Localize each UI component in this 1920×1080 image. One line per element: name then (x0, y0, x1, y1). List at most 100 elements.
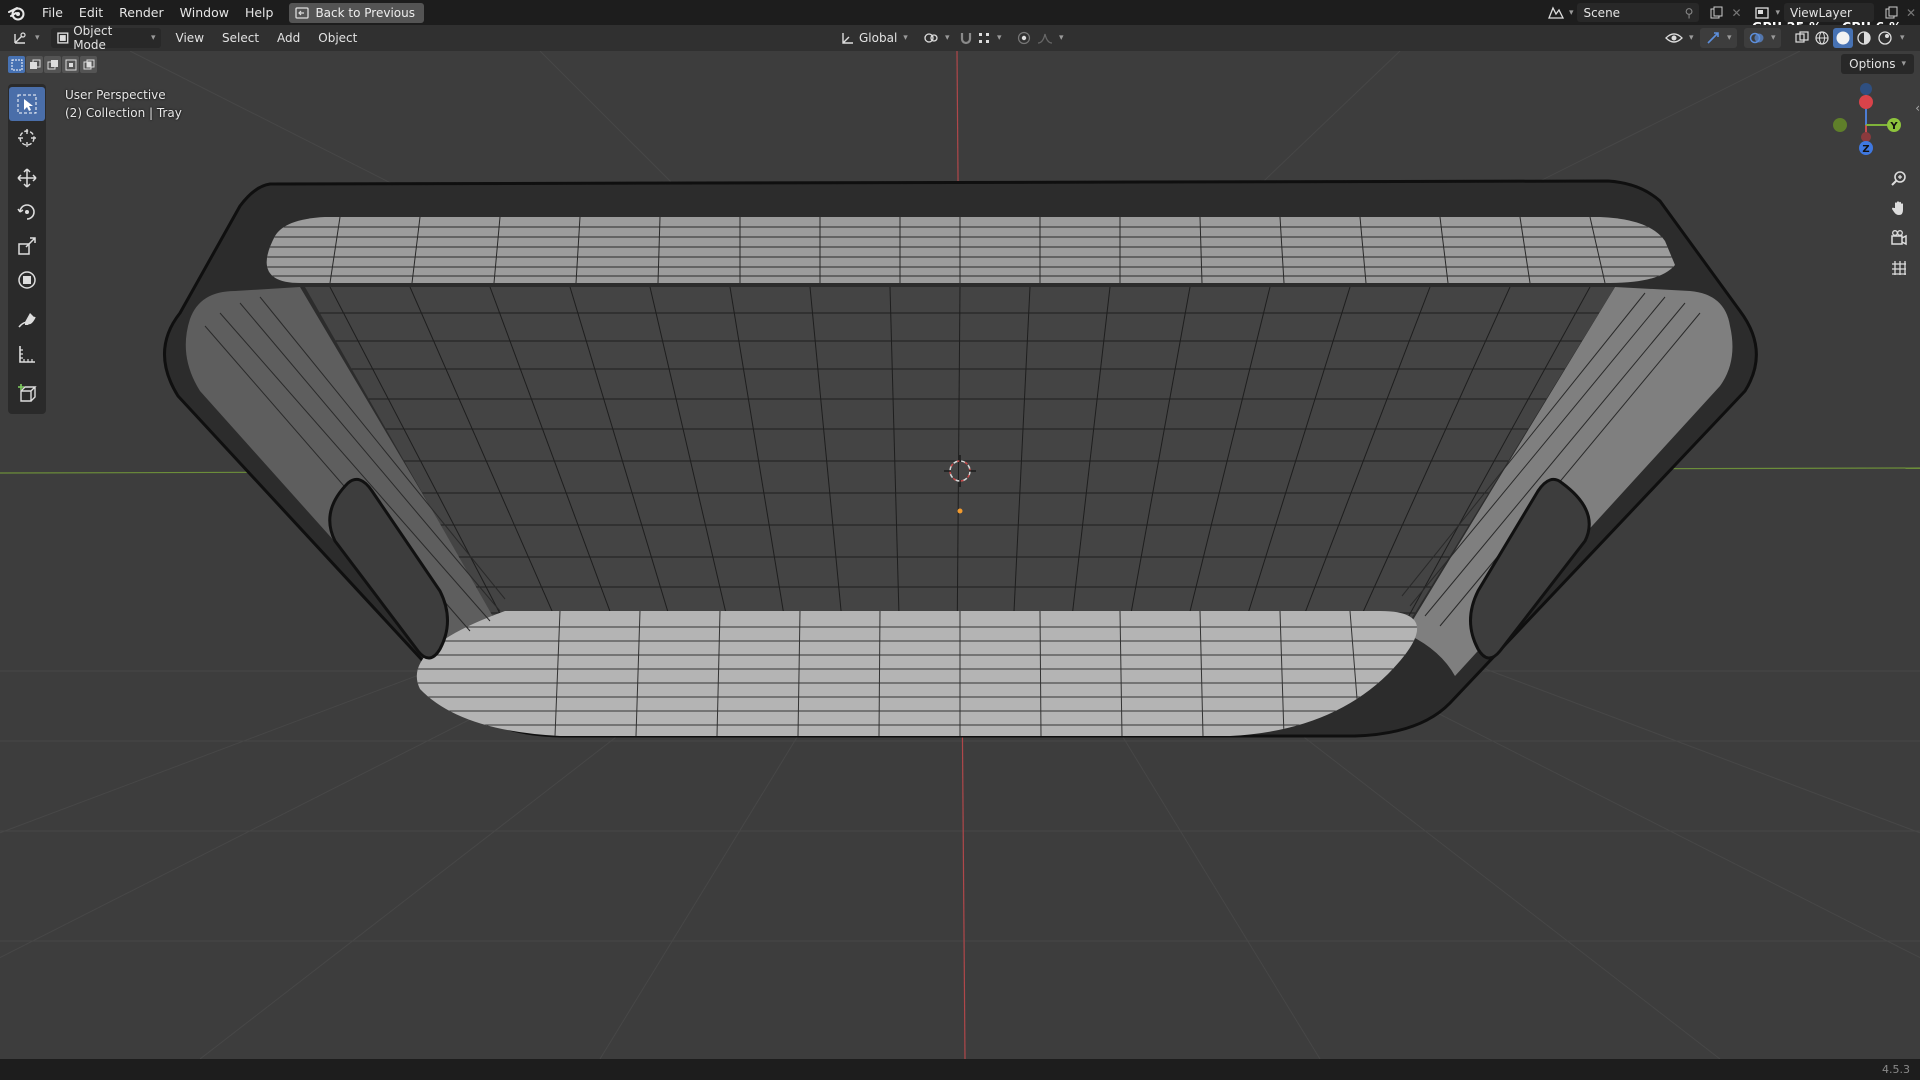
tool-rotate[interactable] (9, 195, 45, 229)
version-label: 4.5.3 (1882, 1063, 1910, 1076)
blender-logo-icon[interactable] (0, 0, 34, 25)
gizmo-neg-x[interactable] (1861, 132, 1871, 142)
select-mode-extend[interactable] (26, 56, 43, 73)
mode-dropdown[interactable]: Object Mode ▾ (50, 24, 161, 52)
ortho-toggle-button[interactable] (1886, 256, 1912, 280)
gizmo-x[interactable] (1859, 95, 1873, 109)
orientation-dropdown[interactable]: Global ▾ (835, 28, 913, 48)
gizmo-z-label: Z (1862, 144, 1869, 155)
header-menu-object[interactable]: Object (309, 25, 366, 51)
move-icon (17, 168, 37, 188)
shading-mode-group: ▾ (1812, 28, 1907, 48)
viewport-header: ▾ Object Mode ▾ View Select Add Object G… (0, 24, 1920, 52)
tool-add-cube[interactable] (9, 377, 45, 411)
tool-annotate[interactable] (9, 303, 45, 337)
rendered-sphere-icon (1878, 31, 1892, 45)
material-sphere-icon (1857, 31, 1871, 45)
transform-orientation-icon (842, 33, 853, 44)
shading-rendered-button[interactable] (1875, 28, 1895, 48)
select-mode-subtract[interactable] (44, 56, 61, 73)
falloff-curve-icon (1037, 33, 1053, 44)
camera-view-button[interactable] (1886, 226, 1912, 250)
tool-move[interactable] (9, 161, 45, 195)
navigation-buttons (1886, 166, 1912, 280)
object-origin (957, 508, 963, 514)
select-mode-invert[interactable] (62, 56, 79, 73)
select-new-icon (11, 59, 22, 70)
3d-viewport[interactable]: Options ▾ User Perspective (2) Collectio… (0, 51, 1920, 1059)
ortho-grid-icon (1892, 261, 1906, 275)
menu-window[interactable]: Window (172, 0, 237, 25)
menu-help[interactable]: Help (237, 0, 282, 25)
xray-icon (1795, 31, 1809, 43)
shading-solid-button[interactable] (1833, 28, 1853, 48)
select-extend-icon (29, 59, 40, 69)
gizmo-neg-z[interactable] (1860, 83, 1872, 95)
header-menu-add[interactable]: Add (268, 25, 309, 51)
tray-bottom-rim (416, 611, 1418, 736)
gizmo-icon (1707, 32, 1719, 44)
transform-icon (18, 271, 36, 289)
wireframe-sphere-icon (1815, 31, 1829, 45)
3d-viewport-icon (14, 32, 26, 44)
select-subtract-icon (47, 59, 58, 69)
gizmo-toggle[interactable]: ▾ (1700, 28, 1737, 48)
view-layer-name: ViewLayer (1790, 5, 1852, 20)
scene-selector-icon[interactable]: ▾ (1547, 5, 1573, 21)
pin-icon[interactable]: ⚲ (1685, 6, 1694, 20)
sidebar-collapse-icon[interactable]: ‹ (1915, 101, 1920, 115)
delete-view-layer-icon[interactable]: ✕ (1902, 6, 1920, 20)
pan-hand-icon (1892, 201, 1903, 215)
shading-wireframe-button[interactable] (1812, 28, 1832, 48)
viewport-info-overlay: User Perspective (2) Collection | Tray (65, 86, 182, 122)
xray-toggle[interactable] (1790, 28, 1814, 48)
overlays-toggle[interactable]: ▾ (1744, 28, 1781, 48)
header-menu-view[interactable]: View (167, 25, 213, 51)
back-to-previous-button[interactable]: Back to Previous (289, 2, 424, 23)
tool-measure[interactable] (9, 337, 45, 371)
cursor-icon (18, 129, 36, 147)
back-to-previous-label: Back to Previous (315, 5, 415, 20)
header-menu-select[interactable]: Select (213, 25, 268, 51)
shading-material-button[interactable] (1854, 28, 1874, 48)
annotate-icon (18, 313, 36, 328)
editor-type-button[interactable]: ▾ (8, 28, 45, 48)
selection-mode-group (8, 56, 97, 73)
gizmo-neg-y[interactable] (1833, 118, 1847, 132)
falloff-dropdown[interactable]: ▾ (1032, 28, 1069, 48)
pivot-point-dropdown[interactable]: ▾ (918, 28, 955, 48)
tool-transform[interactable] (9, 263, 45, 297)
new-scene-icon[interactable] (1705, 3, 1727, 22)
tool-shelf (8, 84, 46, 414)
snap-target-dropdown[interactable]: ▾ (972, 28, 1007, 48)
scene-name-field[interactable]: Scene ⚲ (1577, 3, 1700, 22)
navigation-gizmo[interactable]: Y Z (1828, 83, 1908, 163)
menu-file[interactable]: File (34, 0, 71, 25)
shading-options-dropdown[interactable]: ▾ (1896, 28, 1907, 48)
zoom-button[interactable] (1886, 166, 1912, 190)
magnet-icon (960, 33, 972, 45)
collection-info-label: (2) Collection | Tray (65, 106, 182, 120)
tool-cursor[interactable] (9, 121, 45, 155)
zoom-icon (1891, 171, 1906, 186)
object-mode-icon (56, 32, 68, 44)
measure-icon (19, 346, 35, 363)
select-intersect-icon (83, 59, 94, 69)
menu-render[interactable]: Render (111, 0, 172, 25)
mode-label: Object Mode (73, 24, 113, 52)
view-layer-selector-icon[interactable]: ▾ (1755, 6, 1780, 20)
scene-canvas[interactable] (0, 51, 1920, 1059)
tool-select-box[interactable] (9, 87, 45, 121)
select-mode-new[interactable] (8, 56, 25, 73)
pan-button[interactable] (1886, 196, 1912, 220)
menu-edit[interactable]: Edit (71, 0, 111, 25)
proportional-edit-icon (1017, 31, 1031, 45)
tool-scale[interactable] (9, 229, 45, 263)
scale-icon (18, 237, 36, 255)
options-dropdown[interactable]: Options ▾ (1841, 54, 1914, 74)
select-mode-intersect[interactable] (80, 56, 97, 73)
gizmo-y-label: Y (1889, 121, 1898, 132)
delete-scene-icon[interactable]: ✕ (1727, 6, 1745, 20)
snap-increment-icon (979, 33, 989, 43)
visibility-dropdown[interactable]: ▾ (1660, 28, 1699, 48)
